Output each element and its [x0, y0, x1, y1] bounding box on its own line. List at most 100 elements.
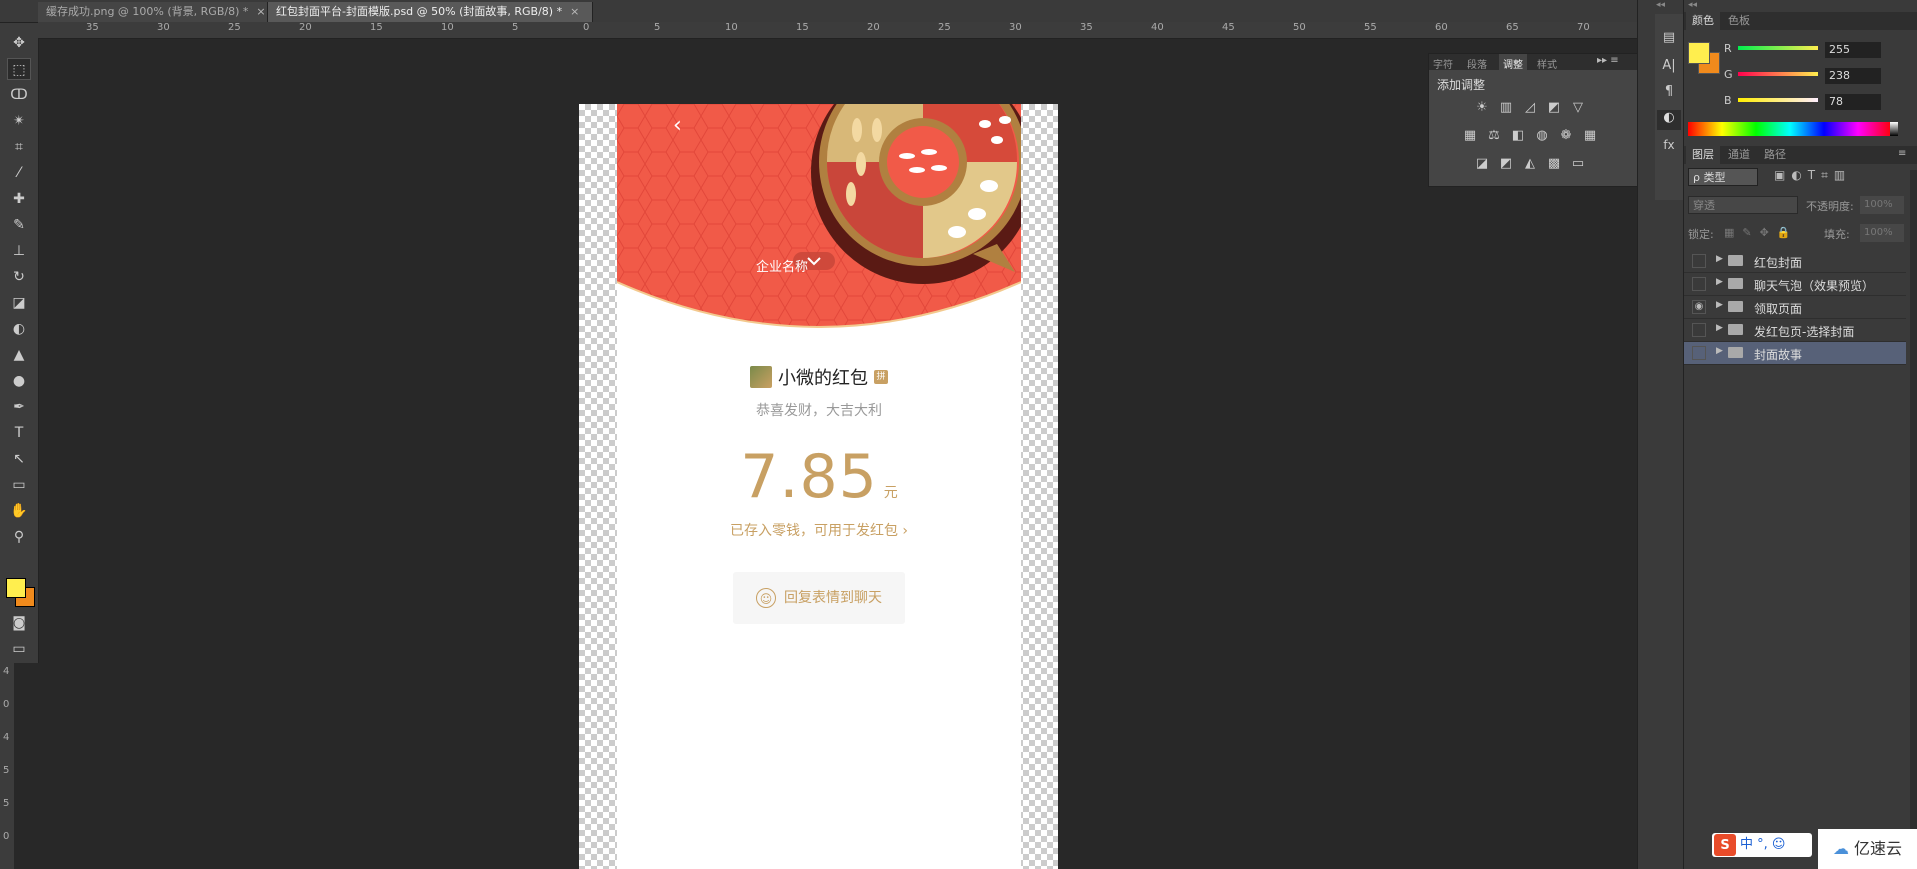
visibility-toggle[interactable] — [1692, 277, 1706, 291]
vibrance-icon[interactable]: ▽ — [1569, 100, 1587, 116]
gradient-map-icon[interactable]: ▭ — [1569, 156, 1587, 172]
eraser-tool-icon[interactable]: ◪ — [7, 292, 31, 314]
black-white-icon[interactable]: ◧ — [1509, 128, 1527, 144]
g-slider[interactable] — [1738, 72, 1818, 76]
screen-mode-icon[interactable]: ▭ — [7, 638, 31, 660]
tab-document-1[interactable]: 缓存成功.png @ 100% (背景, RGB/8) * × — [38, 2, 268, 22]
path-select-tool-icon[interactable]: ↖ — [7, 448, 31, 470]
close-icon[interactable]: × — [570, 5, 579, 18]
amount-unit: 元 — [883, 485, 898, 501]
crop-tool-icon[interactable]: ⌗ — [7, 136, 31, 158]
dock-collapse-icon[interactable]: ◂◂ — [1656, 0, 1665, 10]
document-canvas[interactable]: ‹ 企业名称 小微的红包拼 恭喜发财，大吉大利 7.85 元 已存入零钱，可用于发… — [579, 104, 1058, 869]
layer-name: 领取页面 — [1754, 302, 1803, 316]
color-balance-icon[interactable]: ⚖ — [1485, 128, 1503, 144]
color-lookup-icon[interactable]: ▦ — [1581, 128, 1599, 144]
ime-toolbar[interactable]: S中 °, ☺ — [1712, 833, 1812, 857]
pen-tool-icon[interactable]: ✒ — [7, 396, 31, 418]
levels-icon[interactable]: ▥ — [1497, 100, 1515, 116]
tab-color[interactable]: 颜色 — [1686, 12, 1720, 30]
visibility-toggle[interactable] — [1692, 323, 1706, 337]
hand-tool-icon[interactable]: ✋ — [7, 500, 31, 522]
expand-arrow-icon[interactable]: ▶ — [1716, 254, 1723, 264]
r-value-input[interactable]: 255 — [1825, 42, 1881, 58]
paragraph-icon[interactable]: ¶ — [1657, 84, 1681, 104]
layer-row[interactable]: ▶ 发红包页-选择封面 — [1684, 319, 1906, 342]
eye-icon[interactable]: ◉ — [1692, 300, 1706, 314]
posterize-icon[interactable]: ◩ — [1497, 156, 1515, 172]
visibility-toggle[interactable] — [1692, 346, 1706, 360]
history-brush-tool-icon[interactable]: ↻ — [7, 266, 31, 288]
folder-icon — [1728, 347, 1743, 358]
layer-row-selected[interactable]: ▶ 封面故事 — [1684, 342, 1906, 365]
panel-collapse-icon[interactable]: ◂◂ — [1688, 0, 1697, 10]
tab-layers[interactable]: 图层 — [1686, 146, 1720, 164]
expand-arrow-icon[interactable]: ▶ — [1716, 346, 1723, 356]
channel-mixer-icon[interactable]: ❁ — [1557, 128, 1575, 144]
bw-ramp[interactable] — [1890, 122, 1898, 136]
foreground-color-swatch[interactable] — [6, 578, 26, 598]
hue-saturation-icon[interactable]: ▦ — [1461, 128, 1479, 144]
layer-row[interactable]: ▶ 红包封面 — [1684, 250, 1906, 273]
tab-paths[interactable]: 路径 — [1758, 146, 1792, 164]
color-spectrum-bar[interactable] — [1688, 122, 1892, 136]
zoom-tool-icon[interactable]: ⚲ — [7, 526, 31, 548]
eyedropper-tool-icon[interactable]: ⁄ — [7, 162, 31, 184]
g-value-input[interactable]: 238 — [1825, 68, 1881, 84]
type-tool-icon[interactable]: T — [7, 422, 31, 444]
b-value-input[interactable]: 78 — [1825, 94, 1881, 110]
move-tool-icon[interactable]: ✥ — [7, 32, 31, 54]
b-slider[interactable] — [1738, 98, 1818, 102]
stamp-tool-icon[interactable]: ⊥ — [7, 240, 31, 262]
tab-document-2[interactable]: 红包封面平台-封面模版.psd @ 50% (封面故事, RGB/8) * × — [268, 2, 593, 22]
layers-menu-icon[interactable]: ≡ — [1898, 148, 1906, 159]
blend-mode-select[interactable]: 穿透 — [1688, 196, 1798, 214]
photo-filter-icon[interactable]: ◍ — [1533, 128, 1551, 144]
shape-tool-icon[interactable]: ▭ — [7, 474, 31, 496]
tab-channels[interactable]: 通道 — [1722, 146, 1756, 164]
fill-input[interactable]: 100% — [1860, 224, 1904, 242]
foreground-color-swatch[interactable] — [1688, 42, 1710, 64]
back-icon[interactable]: ‹ — [673, 113, 682, 138]
layer-filter-select[interactable]: ρ 类型 — [1688, 168, 1758, 186]
brand-text: 亿速云 — [1854, 839, 1903, 858]
history-icon[interactable]: ▤ — [1657, 30, 1681, 50]
exposure-icon[interactable]: ◩ — [1545, 100, 1563, 116]
brightness-icon[interactable]: ☀ — [1473, 100, 1491, 116]
layer-row[interactable]: ◉ ▶ 领取页面 — [1684, 296, 1906, 319]
layer-filter-icons[interactable]: ▣◐T⌗▥ — [1774, 168, 1904, 186]
adjustments-icon[interactable]: ◐ — [1657, 110, 1681, 130]
ruler-tick-label: 10 — [441, 22, 454, 33]
layers-panel-tabs: 图层 通道 路径 ≡ — [1684, 146, 1917, 164]
wallet-note-link[interactable]: 已存入零钱，可用于发红包 › — [617, 520, 1021, 540]
character-icon[interactable]: A| — [1657, 58, 1681, 78]
bucket-tool-icon[interactable]: ◐ — [7, 318, 31, 340]
visibility-toggle[interactable] — [1692, 254, 1706, 268]
lock-icons[interactable]: ▦✎✥🔒 — [1724, 226, 1799, 239]
lasso-tool-icon[interactable]: ↀ — [7, 84, 31, 106]
threshold-icon[interactable]: ◭ — [1521, 156, 1539, 172]
magic-wand-tool-icon[interactable]: ✴ — [7, 110, 31, 132]
layers-scrollbar[interactable] — [1910, 170, 1917, 860]
tab-swatches[interactable]: 色板 — [1722, 12, 1756, 30]
ruler-tick-label: 15 — [370, 22, 383, 33]
quick-mask-icon[interactable]: ◙ — [7, 612, 31, 634]
curves-icon[interactable]: ◿ — [1521, 100, 1539, 116]
dodge-tool-icon[interactable]: ● — [7, 370, 31, 392]
expand-arrow-icon[interactable]: ▶ — [1716, 323, 1723, 333]
styles-icon[interactable]: fx — [1657, 138, 1681, 158]
r-slider[interactable] — [1738, 46, 1818, 50]
healing-tool-icon[interactable]: ✚ — [7, 188, 31, 210]
reply-sticker-button[interactable]: ☺ 回复表情到聊天 — [733, 572, 905, 624]
blur-tool-icon[interactable]: ▲ — [7, 344, 31, 366]
marquee-tool-icon[interactable]: ⬚ — [7, 58, 31, 80]
ruler-tick-label: 5 — [3, 765, 10, 776]
expand-arrow-icon[interactable]: ▶ — [1716, 277, 1723, 287]
selective-color-icon[interactable]: ▩ — [1545, 156, 1563, 172]
opacity-input[interactable]: 100% — [1860, 196, 1904, 214]
expand-arrow-icon[interactable]: ▶ — [1716, 300, 1723, 310]
brush-tool-icon[interactable]: ✎ — [7, 214, 31, 236]
close-icon[interactable]: × — [256, 5, 265, 18]
layer-row[interactable]: ▶ 聊天气泡（效果预览） — [1684, 273, 1906, 296]
invert-icon[interactable]: ◪ — [1473, 156, 1491, 172]
